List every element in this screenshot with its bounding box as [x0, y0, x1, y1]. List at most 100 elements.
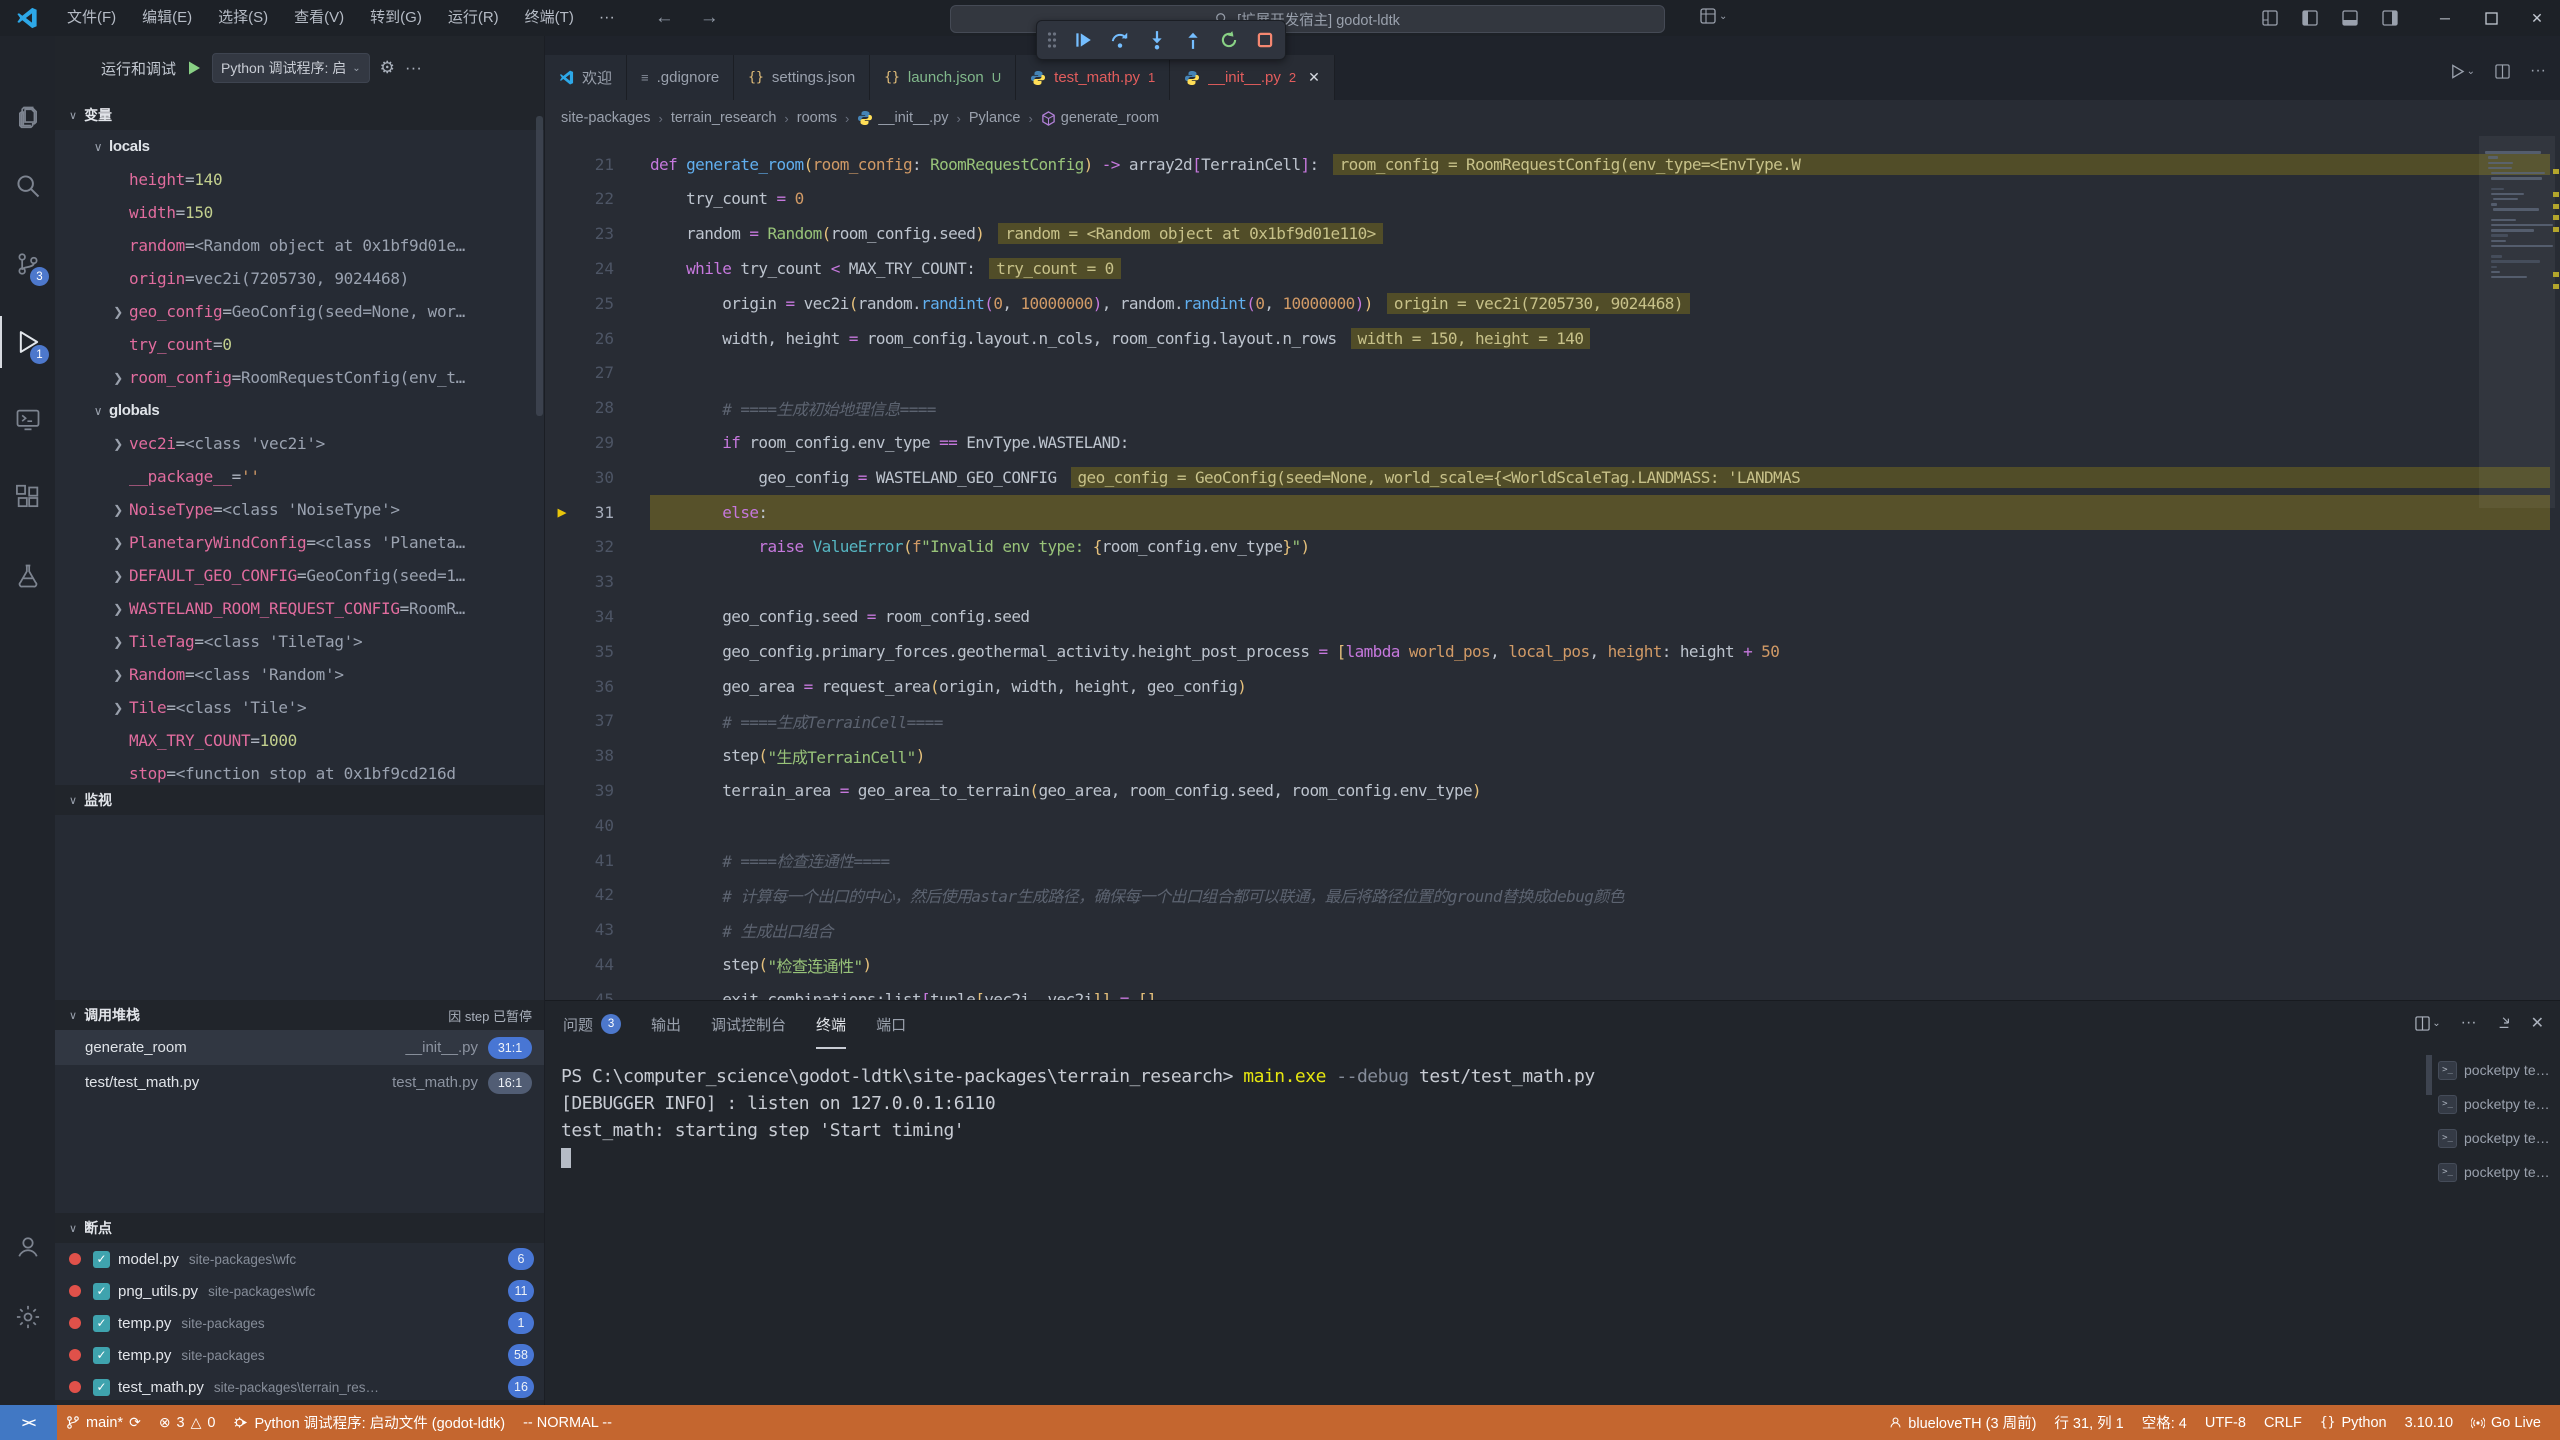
- statusbar-item-2[interactable]: 空格: 4: [2133, 1405, 2196, 1440]
- callstack-section-header[interactable]: ∨ 调用堆栈 因 step 已暂停: [55, 1000, 544, 1030]
- activitybar-item-explorer[interactable]: [0, 92, 55, 144]
- toggle-panel-icon[interactable]: [2342, 10, 2382, 26]
- statusbar-item-5[interactable]: {}Python: [2311, 1405, 2396, 1440]
- gear-icon[interactable]: ⚙: [380, 58, 395, 78]
- sidebar-scrollbar[interactable]: [536, 116, 543, 416]
- menu-3[interactable]: 查看(V): [281, 0, 357, 36]
- scope-row-globals[interactable]: ∨globals: [55, 394, 544, 427]
- breakpoint-row[interactable]: ✓temp.pysite-packages1: [55, 1307, 544, 1339]
- activitybar-item-testing[interactable]: [0, 550, 55, 602]
- debug-continue-icon[interactable]: [1073, 30, 1093, 50]
- code-line-34[interactable]: 34 geo_config.seed = room_config.seed: [545, 599, 2560, 634]
- statusbar-item-1[interactable]: 行 31, 列 1: [2045, 1405, 2132, 1440]
- variable-row[interactable]: try_count = 0: [55, 328, 544, 361]
- debug-stop-icon[interactable]: [1255, 30, 1275, 50]
- variable-row[interactable]: ❯TileTag = <class 'TileTag'>: [55, 625, 544, 658]
- terminal-instance-item[interactable]: >_pocketpy te…: [2432, 1121, 2560, 1155]
- customize-layout-icon[interactable]: [2262, 10, 2302, 26]
- breakpoints-section-header[interactable]: ∨ 断点: [55, 1213, 544, 1243]
- breakpoint-checkbox[interactable]: ✓: [93, 1315, 110, 1332]
- terminal-instance-item[interactable]: >_pocketpy te…: [2432, 1053, 2560, 1087]
- debug-start-icon[interactable]: [186, 60, 202, 76]
- code-line-21[interactable]: 21def generate_room(room_config: RoomReq…: [545, 147, 2560, 182]
- variable-row[interactable]: ❯DEFAULT_GEO_CONFIG = GeoConfig(seed=1…: [55, 559, 544, 592]
- window-close-button[interactable]: ✕: [2514, 0, 2560, 36]
- variable-row[interactable]: ❯PlanetaryWindConfig = <class 'Planeta…: [55, 526, 544, 559]
- menu-2[interactable]: 选择(S): [205, 0, 281, 36]
- panel-tab-调试控制台[interactable]: 调试控制台: [711, 1001, 786, 1049]
- variable-row[interactable]: ❯geo_config = GeoConfig(seed=None, wor…: [55, 295, 544, 328]
- code-line-40[interactable]: 40: [545, 808, 2560, 843]
- terminal-instance-item[interactable]: >_pocketpy te…: [2432, 1087, 2560, 1121]
- maximize-panel-icon[interactable]: [2497, 1016, 2511, 1030]
- panel-grid-icon[interactable]: ⌄: [1700, 8, 1727, 24]
- breakpoint-checkbox[interactable]: ✓: [93, 1251, 110, 1268]
- code-line-42[interactable]: 42 # 计算每一个出口的中心，然后使用astar生成路径，确保每一个出口组合都…: [545, 878, 2560, 913]
- tab-launch.json[interactable]: {}launch.jsonU: [870, 55, 1016, 100]
- tab-.gdignore[interactable]: ≡.gdignore: [627, 55, 734, 100]
- breakpoint-checkbox[interactable]: ✓: [93, 1379, 110, 1396]
- statusbar-item-0[interactable]: blueloveTH (3 周前): [1880, 1405, 2045, 1440]
- terminal-scrollbar[interactable]: [2426, 1049, 2432, 1405]
- variable-row[interactable]: width = 150: [55, 196, 544, 229]
- activitybar-item-remote-explorer[interactable]: [0, 394, 55, 446]
- panel-tab-终端[interactable]: 终端: [816, 1001, 846, 1049]
- breadcrumb-item[interactable]: generate_room: [1041, 110, 1159, 126]
- code-line-20[interactable]: 20: [545, 136, 2560, 147]
- tab-test_math.py[interactable]: test_math.py1: [1016, 55, 1170, 100]
- close-icon[interactable]: ✕: [1308, 69, 1320, 86]
- remote-indicator[interactable]: ><: [0, 1405, 57, 1440]
- code-line-38[interactable]: 38 step("生成TerrainCell"): [545, 738, 2560, 773]
- stack-frame-row[interactable]: test/test_math.pytest_math.py16:1: [55, 1065, 544, 1100]
- activitybar-item-search[interactable]: [0, 160, 55, 212]
- variable-row[interactable]: ❯NoiseType = <class 'NoiseType'>: [55, 493, 544, 526]
- terminal-instance-item[interactable]: >_pocketpy te…: [2432, 1155, 2560, 1189]
- tab-settings.json[interactable]: {}settings.json: [734, 55, 870, 100]
- panel-tab-输出[interactable]: 输出: [651, 1001, 681, 1049]
- code-line-31[interactable]: ▶31 else:: [545, 495, 2560, 530]
- toggle-secondary-sidebar-icon[interactable]: [2382, 10, 2422, 26]
- code-line-23[interactable]: 23 random = Random(room_config.seed)rand…: [545, 216, 2560, 251]
- scope-row-locals[interactable]: ∨locals: [55, 130, 544, 163]
- variable-row[interactable]: ❯vec2i = <class 'vec2i'>: [55, 427, 544, 460]
- variable-row[interactable]: height = 140: [55, 163, 544, 196]
- menu-1[interactable]: 编辑(E): [129, 0, 205, 36]
- terminal-output[interactable]: PS C:\computer_science\godot-ldtk\site-p…: [545, 1049, 2426, 1405]
- menu-4[interactable]: 转到(G): [357, 0, 435, 36]
- tab-[interactable]: 欢迎: [545, 55, 627, 100]
- debug-step-out-icon[interactable]: [1183, 30, 1203, 50]
- code-line-35[interactable]: 35 geo_config.primary_forces.geothermal_…: [545, 634, 2560, 669]
- toolbar-gripper[interactable]: [1047, 31, 1057, 49]
- editor-more-actions-icon[interactable]: ···: [2530, 62, 2546, 80]
- code-line-30[interactable]: 30 geo_config = WASTELAND_GEO_CONFIGgeo_…: [545, 460, 2560, 495]
- variable-row[interactable]: __package__ = '': [55, 460, 544, 493]
- watch-section-header[interactable]: ∨ 监视: [55, 785, 544, 815]
- menu-0[interactable]: 文件(F): [54, 0, 129, 36]
- toggle-sidebar-icon[interactable]: [2302, 10, 2342, 26]
- activitybar-item-account[interactable]: [0, 1221, 55, 1273]
- breadcrumb-item[interactable]: rooms: [797, 110, 837, 126]
- menu-more-button[interactable]: ···: [587, 9, 627, 27]
- menu-6[interactable]: 终端(T): [512, 0, 587, 36]
- debug-config-select[interactable]: Python 调试程序: 启 ⌄: [212, 53, 370, 83]
- breakpoint-row[interactable]: ✓temp.pysite-packages58: [55, 1339, 544, 1371]
- split-terminal-icon[interactable]: ⌄: [2415, 1016, 2440, 1031]
- window-minimize-button[interactable]: ─: [2422, 0, 2468, 36]
- code-line-33[interactable]: 33: [545, 564, 2560, 599]
- code-line-44[interactable]: 44 step("检查连通性"): [545, 947, 2560, 982]
- debug-session-item[interactable]: Python 调试程序: 启动文件 (godot-ldtk): [224, 1405, 514, 1440]
- code-line-29[interactable]: 29 if room_config.env_type == EnvType.WA…: [545, 425, 2560, 460]
- variables-section-header[interactable]: ∨ 变量: [55, 100, 544, 130]
- statusbar-item-4[interactable]: CRLF: [2255, 1405, 2311, 1440]
- more-actions-icon[interactable]: ···: [405, 58, 422, 78]
- statusbar-item-6[interactable]: 3.10.10: [2396, 1405, 2462, 1440]
- breakpoint-row[interactable]: ✓test_math.pysite-packages\terrain_res…1…: [55, 1371, 544, 1400]
- activitybar-item-run-debug[interactable]: 1: [0, 316, 55, 368]
- variable-row[interactable]: origin = vec2i(7205730, 9024468): [55, 262, 544, 295]
- debug-step-over-icon[interactable]: [1109, 30, 1131, 50]
- breakpoint-row[interactable]: ✓model.pysite-packages\wfc6: [55, 1243, 544, 1275]
- code-line-27[interactable]: 27: [545, 356, 2560, 391]
- code-line-28[interactable]: 28 # ====生成初始地理信息====: [545, 390, 2560, 425]
- code-line-26[interactable]: 26 width, height = room_config.layout.n_…: [545, 321, 2560, 356]
- breakpoint-checkbox[interactable]: ✓: [93, 1347, 110, 1364]
